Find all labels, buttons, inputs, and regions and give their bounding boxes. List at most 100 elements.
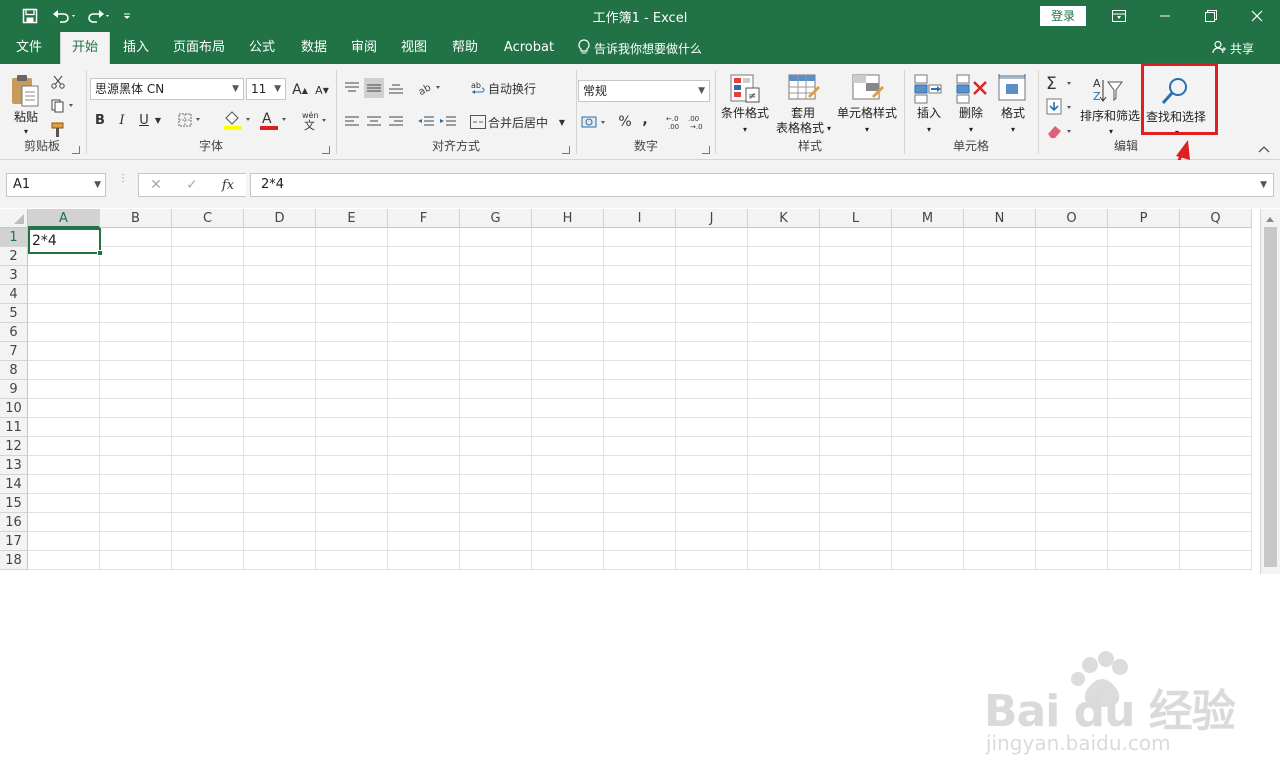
cell-o3[interactable]	[1036, 266, 1108, 285]
row-header-11[interactable]: 11	[0, 418, 28, 437]
orientation-icon[interactable]: ab	[416, 78, 446, 98]
cell-q14[interactable]	[1180, 475, 1252, 494]
clipboard-launcher-icon[interactable]	[72, 146, 80, 154]
cell-p9[interactable]	[1108, 380, 1180, 399]
tab-view[interactable]: 视图	[392, 32, 436, 64]
row-header-5[interactable]: 5	[0, 304, 28, 323]
cell-h16[interactable]	[532, 513, 604, 532]
wrap-text-icon[interactable]: ab	[468, 78, 488, 98]
wrap-text-button[interactable]: 自动换行	[488, 78, 544, 98]
cell-g6[interactable]	[460, 323, 532, 342]
cell-a11[interactable]	[28, 418, 100, 437]
cell-n18[interactable]	[964, 551, 1036, 570]
phonetic-icon[interactable]: wén 文	[298, 108, 332, 132]
cell-j17[interactable]	[676, 532, 748, 551]
cell-h10[interactable]	[532, 399, 604, 418]
column-header-p[interactable]: P	[1108, 209, 1180, 228]
cell-d11[interactable]	[244, 418, 316, 437]
cell-d10[interactable]	[244, 399, 316, 418]
cell-m17[interactable]	[892, 532, 964, 551]
cell-m6[interactable]	[892, 323, 964, 342]
cell-g18[interactable]	[460, 551, 532, 570]
tab-acrobat[interactable]: Acrobat	[498, 32, 560, 64]
cell-a3[interactable]	[28, 266, 100, 285]
cell-j5[interactable]	[676, 304, 748, 323]
cell-q12[interactable]	[1180, 437, 1252, 456]
cell-p6[interactable]	[1108, 323, 1180, 342]
cell-k1[interactable]	[748, 228, 820, 247]
cell-o14[interactable]	[1036, 475, 1108, 494]
cell-p5[interactable]	[1108, 304, 1180, 323]
cell-c1[interactable]	[172, 228, 244, 247]
cell-a4[interactable]	[28, 285, 100, 304]
cell-b14[interactable]	[100, 475, 172, 494]
cell-n3[interactable]	[964, 266, 1036, 285]
cell-b13[interactable]	[100, 456, 172, 475]
underline-button[interactable]: U	[136, 110, 152, 130]
cell-d16[interactable]	[244, 513, 316, 532]
cell-n7[interactable]	[964, 342, 1036, 361]
cell-l5[interactable]	[820, 304, 892, 323]
cell-k18[interactable]	[748, 551, 820, 570]
cell-m3[interactable]	[892, 266, 964, 285]
merge-dropdown-icon[interactable]: ▼	[556, 112, 568, 132]
cell-p13[interactable]	[1108, 456, 1180, 475]
tab-home[interactable]: 开始	[60, 32, 110, 64]
cell-m16[interactable]	[892, 513, 964, 532]
sort-filter-button[interactable]: 排序和筛选	[1078, 109, 1142, 124]
cell-n11[interactable]	[964, 418, 1036, 437]
ribbon-display-options-icon[interactable]	[1106, 4, 1132, 28]
cell-f13[interactable]	[388, 456, 460, 475]
cell-o10[interactable]	[1036, 399, 1108, 418]
cell-q10[interactable]	[1180, 399, 1252, 418]
cell-k12[interactable]	[748, 437, 820, 456]
cell-b10[interactable]	[100, 399, 172, 418]
row-header-2[interactable]: 2	[0, 247, 28, 266]
cell-k11[interactable]	[748, 418, 820, 437]
cell-q6[interactable]	[1180, 323, 1252, 342]
cell-styles-dropdown-icon[interactable]: ▾	[860, 122, 874, 137]
cell-a15[interactable]	[28, 494, 100, 513]
cell-m8[interactable]	[892, 361, 964, 380]
column-header-m[interactable]: M	[892, 209, 964, 228]
cell-o4[interactable]	[1036, 285, 1108, 304]
cell-q16[interactable]	[1180, 513, 1252, 532]
cell-j2[interactable]	[676, 247, 748, 266]
cell-b17[interactable]	[100, 532, 172, 551]
cell-n12[interactable]	[964, 437, 1036, 456]
cell-b8[interactable]	[100, 361, 172, 380]
cell-i10[interactable]	[604, 399, 676, 418]
format-as-table-icon[interactable]	[788, 74, 820, 107]
cell-p12[interactable]	[1108, 437, 1180, 456]
percent-button[interactable]: %	[616, 112, 634, 132]
cell-h13[interactable]	[532, 456, 604, 475]
cell-d15[interactable]	[244, 494, 316, 513]
cell-l9[interactable]	[820, 380, 892, 399]
cell-k5[interactable]	[748, 304, 820, 323]
cell-e6[interactable]	[316, 323, 388, 342]
bold-button[interactable]: B	[92, 110, 108, 130]
cell-k3[interactable]	[748, 266, 820, 285]
cell-i15[interactable]	[604, 494, 676, 513]
format-as-table-line1[interactable]: 套用	[776, 106, 830, 121]
cell-d7[interactable]	[244, 342, 316, 361]
cell-e4[interactable]	[316, 285, 388, 304]
cell-l12[interactable]	[820, 437, 892, 456]
cell-e10[interactable]	[316, 399, 388, 418]
share-button[interactable]: 共享	[1212, 32, 1254, 64]
cell-h18[interactable]	[532, 551, 604, 570]
cell-f6[interactable]	[388, 323, 460, 342]
cell-styles-icon[interactable]	[852, 74, 884, 107]
cell-i4[interactable]	[604, 285, 676, 304]
cell-d1[interactable]	[244, 228, 316, 247]
cell-d6[interactable]	[244, 323, 316, 342]
cell-k15[interactable]	[748, 494, 820, 513]
cell-o1[interactable]	[1036, 228, 1108, 247]
cell-c8[interactable]	[172, 361, 244, 380]
cell-q15[interactable]	[1180, 494, 1252, 513]
cell-j8[interactable]	[676, 361, 748, 380]
grow-font-button[interactable]: A ▲	[290, 80, 310, 100]
cell-h15[interactable]	[532, 494, 604, 513]
cell-a5[interactable]	[28, 304, 100, 323]
cell-q7[interactable]	[1180, 342, 1252, 361]
